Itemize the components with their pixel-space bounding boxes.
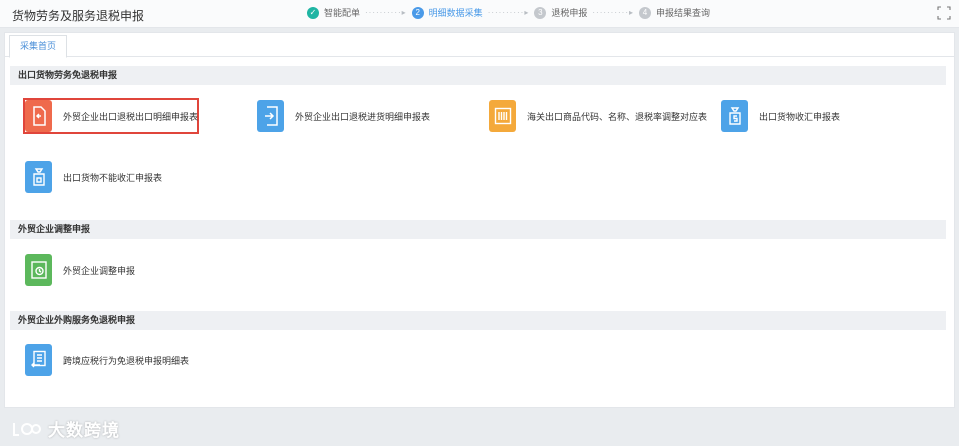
barcode-icon (489, 100, 516, 132)
step-smart-match[interactable]: ✓ 智能配单 (307, 6, 360, 19)
fullscreen-icon[interactable] (937, 6, 951, 20)
item-label: 外贸企业出口退税进货明细申报表 (295, 111, 431, 122)
step-label: 退税申报 (551, 8, 588, 18)
section-header: 出口货物劳务免退税申报 (10, 66, 946, 85)
list-doc-icon (25, 344, 52, 376)
check-icon: ✓ (307, 6, 319, 19)
step-number: 3 (534, 6, 547, 19)
step-label: 申报结果查询 (656, 8, 711, 18)
watermark-logo-icon (13, 422, 41, 436)
money-bag-icon (721, 100, 748, 132)
item-label: 外贸企业调整申报 (63, 265, 136, 276)
step-separator: ··········▸ (365, 8, 407, 17)
item-label: 外贸企业出口退税出口明细申报表 (63, 111, 199, 122)
section-header: 外贸企业外购服务免退税申报 (10, 311, 946, 330)
watermark-text: 大数跨境 (48, 421, 120, 440)
lock-bag-icon (25, 161, 52, 193)
progress-steps: ✓ 智能配单 ··········▸ 2 明细数据采集 ··········▸ … (307, 6, 710, 19)
item-label: 出口货物不能收汇申报表 (63, 172, 163, 183)
report-item-no-forex[interactable]: 出口货物不能收汇申报表 (25, 159, 162, 195)
step-separator: ··········▸ (487, 8, 530, 17)
top-bar: 货物劳务及服务退税申报 ✓ 智能配单 ··········▸ 2 明细数据采集 … (0, 0, 959, 28)
tab-collection-home[interactable]: 采集首页 (9, 35, 68, 58)
item-label: 海关出口商品代码、名称、退税率调整对应表 (527, 111, 708, 122)
import-doc-icon (257, 100, 284, 132)
report-item-customs-code[interactable]: 海关出口商品代码、名称、退税率调整对应表 (489, 98, 707, 134)
step-result-query[interactable]: 4 申报结果查询 (639, 6, 710, 19)
report-item-adjustment[interactable]: 外贸企业调整申报 (25, 252, 135, 288)
tab-bar: 采集首页 (5, 33, 954, 58)
export-doc-icon (25, 100, 52, 132)
step-separator: ··········▸ (592, 8, 635, 17)
step-tax-refund-declare[interactable]: 3 退税申报 (534, 6, 587, 19)
main-panel: 采集首页 出口货物劳务免退税申报 外贸企业出口退税出口明细申报表 外贸企业出口退… (4, 32, 955, 408)
app-title: 货物劳务及服务退税申报 (12, 9, 145, 23)
step-label: 智能配单 (324, 8, 361, 18)
report-item-cross-border[interactable]: 跨境应税行为免退税申报明细表 (25, 342, 189, 378)
report-item-purchase-detail[interactable]: 外贸企业出口退税进货明细申报表 (257, 98, 430, 134)
bottom-strip (0, 410, 959, 446)
section-header: 外贸企业调整申报 (10, 220, 946, 239)
adjust-doc-icon (25, 254, 52, 286)
step-number: 4 (639, 6, 652, 19)
watermark: 大数跨境 (10, 416, 120, 441)
step-number: 2 (411, 6, 424, 19)
report-item-forex-receipt[interactable]: 出口货物收汇申报表 (721, 98, 840, 134)
item-label: 出口货物收汇申报表 (759, 111, 841, 122)
item-label: 跨境应税行为免退税申报明细表 (63, 355, 190, 366)
report-item-export-detail[interactable]: 外贸企业出口退税出口明细申报表 (25, 98, 198, 134)
step-detail-collection[interactable]: 2 明细数据采集 (411, 6, 483, 19)
step-label: 明细数据采集 (428, 8, 483, 18)
